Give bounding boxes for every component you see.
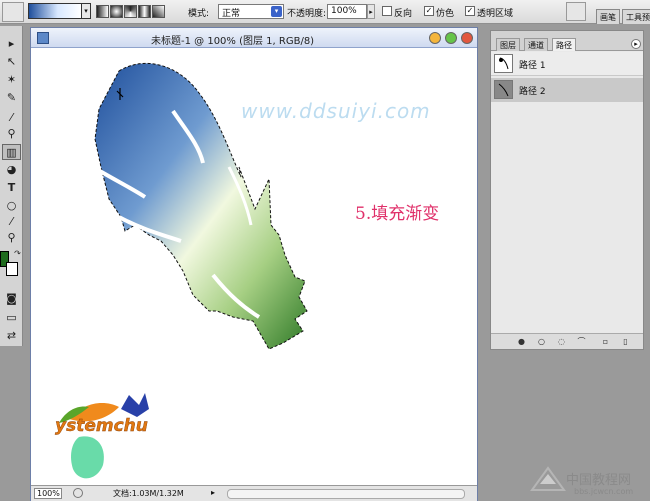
- dither-label: 仿色: [436, 9, 455, 19]
- tool-preset-picker[interactable]: [2, 2, 24, 22]
- dock-tab-tool-presets[interactable]: 工具预: [622, 9, 650, 24]
- paths-panel: 图层 通道 路径 ▸ 路径 1 路径 2 ● ○ ◌ ⌒ ▫ ▯: [490, 30, 644, 350]
- quick-mask-icon[interactable]: ◙: [2, 291, 21, 307]
- canvas[interactable]: www.ddsuiyi.com 5.填充渐变 ystemchu: [33, 49, 475, 485]
- document-size-status: 文档:1.03M/1.32M: [113, 489, 184, 498]
- magic-wand-tool-icon[interactable]: ✶: [2, 72, 21, 88]
- reverse-label: 反向: [394, 9, 413, 19]
- gradient-swatch[interactable]: [28, 3, 82, 19]
- horizontal-scrollbar[interactable]: [227, 489, 465, 499]
- mode-select[interactable]: 正常 ▾: [218, 4, 284, 19]
- fill-path-icon[interactable]: ●: [517, 337, 526, 346]
- dodge-tool-icon[interactable]: ◕: [2, 162, 21, 178]
- path-row[interactable]: 路径 1: [491, 52, 643, 76]
- chevron-down-icon: ▾: [271, 6, 282, 17]
- zoom-field[interactable]: 100%: [34, 488, 62, 499]
- linear-gradient-button[interactable]: [96, 5, 109, 18]
- opacity-slider-arrow[interactable]: ▸: [367, 4, 375, 19]
- panel-tabs: 图层 通道 路径 ▸: [491, 31, 643, 51]
- logo-butterfly: [121, 393, 149, 417]
- options-bar: ▾ 模式: 正常 ▾ 不透明度: 100% ▸ 反向 ✓ 仿色 ✓ 透明区域 画…: [0, 0, 650, 24]
- document-statusbar: 100% 文档:1.03M/1.32M ▸: [31, 485, 477, 501]
- transparency-checkbox[interactable]: ✓: [465, 6, 475, 16]
- document-titlebar[interactable]: 未标题-1 @ 100% (图层 1, RGB/8): [31, 28, 477, 48]
- close-button[interactable]: [461, 32, 473, 44]
- swap-colors-icon[interactable]: ↷: [8, 246, 27, 262]
- make-work-path-icon[interactable]: ⌒: [577, 337, 586, 346]
- zoom-tool-icon[interactable]: ⚲: [2, 230, 21, 246]
- tutorial-logo: ystemchu: [55, 393, 149, 479]
- panel-menu-icon[interactable]: ▸: [631, 39, 641, 49]
- background-color-swatch[interactable]: [6, 262, 18, 276]
- tab-channels[interactable]: 通道: [524, 38, 548, 51]
- minimize-button[interactable]: [429, 32, 441, 44]
- mode-label: 模式:: [188, 9, 210, 19]
- panel-footer: ● ○ ◌ ⌒ ▫ ▯: [491, 333, 643, 349]
- diamond-gradient-button[interactable]: [152, 5, 165, 18]
- toolbox: ▸ ↖ ✶ ✎ ⁄ ⚲ ▥ ◕ T ○ ⁄ ⚲ ↷ ◙ ▭ ⇄: [0, 26, 23, 346]
- status-preview-icon[interactable]: [73, 488, 83, 498]
- opacity-input[interactable]: 100%: [327, 4, 367, 19]
- new-path-icon[interactable]: ▫: [601, 337, 610, 346]
- maximize-button[interactable]: [445, 32, 457, 44]
- reflected-gradient-button[interactable]: [138, 5, 151, 18]
- dock-tab-brushes[interactable]: 画笔: [596, 9, 620, 24]
- jump-to-imageready-icon[interactable]: ⇄: [2, 328, 21, 344]
- path-name: 路径 1: [519, 61, 546, 71]
- tab-layers[interactable]: 图层: [496, 38, 520, 51]
- logo-text: ystemchu: [55, 416, 148, 436]
- file-browser-button[interactable]: [566, 2, 586, 21]
- type-tool-icon[interactable]: T: [2, 180, 21, 196]
- site-url: bbs.jcwcn.com: [574, 487, 634, 496]
- load-selection-icon[interactable]: ◌: [557, 337, 566, 346]
- shape-tool-icon[interactable]: ○: [2, 198, 21, 214]
- path-name: 路径 2: [519, 87, 546, 97]
- document-title: 未标题-1 @ 100% (图层 1, RGB/8): [151, 36, 315, 47]
- gradient-tool-icon[interactable]: ▥: [2, 144, 21, 160]
- delete-path-icon[interactable]: ▯: [621, 337, 630, 346]
- brush-tool-icon[interactable]: ⁄: [2, 110, 21, 126]
- reverse-checkbox[interactable]: [382, 6, 392, 16]
- gradient-dropdown-arrow[interactable]: ▾: [82, 3, 91, 19]
- mode-select-value: 正常: [222, 9, 241, 19]
- dither-checkbox[interactable]: ✓: [424, 6, 434, 16]
- screen-mode-icon[interactable]: ▭: [2, 310, 21, 326]
- opacity-label: 不透明度:: [287, 9, 327, 19]
- move-tool-icon[interactable]: ▸: [2, 36, 21, 52]
- site-name: 中国教程网: [566, 473, 632, 488]
- path-row[interactable]: 路径 2: [491, 78, 643, 102]
- lasso-tool-icon[interactable]: ↖: [2, 54, 21, 70]
- transparency-label: 透明区域: [477, 9, 514, 19]
- angle-gradient-button[interactable]: [124, 5, 137, 18]
- tab-paths[interactable]: 路径: [552, 38, 576, 51]
- site-logo-icon: [530, 466, 566, 491]
- opacity-value: 100%: [331, 6, 357, 16]
- photoshop-document-icon: [37, 32, 49, 44]
- feather-shape: [94, 62, 308, 350]
- radial-gradient-button[interactable]: [110, 5, 123, 18]
- history-brush-tool-icon[interactable]: ⚲: [2, 126, 21, 142]
- document-window: 未标题-1 @ 100% (图层 1, RGB/8) www.ddsuiyi.c…: [30, 27, 478, 501]
- status-menu-arrow[interactable]: ▸: [211, 488, 215, 497]
- eyedropper-tool-icon[interactable]: ⁄: [2, 214, 21, 230]
- stroke-path-icon[interactable]: ○: [537, 337, 546, 346]
- logo-cocoon: [71, 436, 104, 479]
- healing-brush-tool-icon[interactable]: ✎: [2, 90, 21, 106]
- path-thumbnail: [494, 80, 513, 99]
- path-thumbnail: [494, 54, 513, 73]
